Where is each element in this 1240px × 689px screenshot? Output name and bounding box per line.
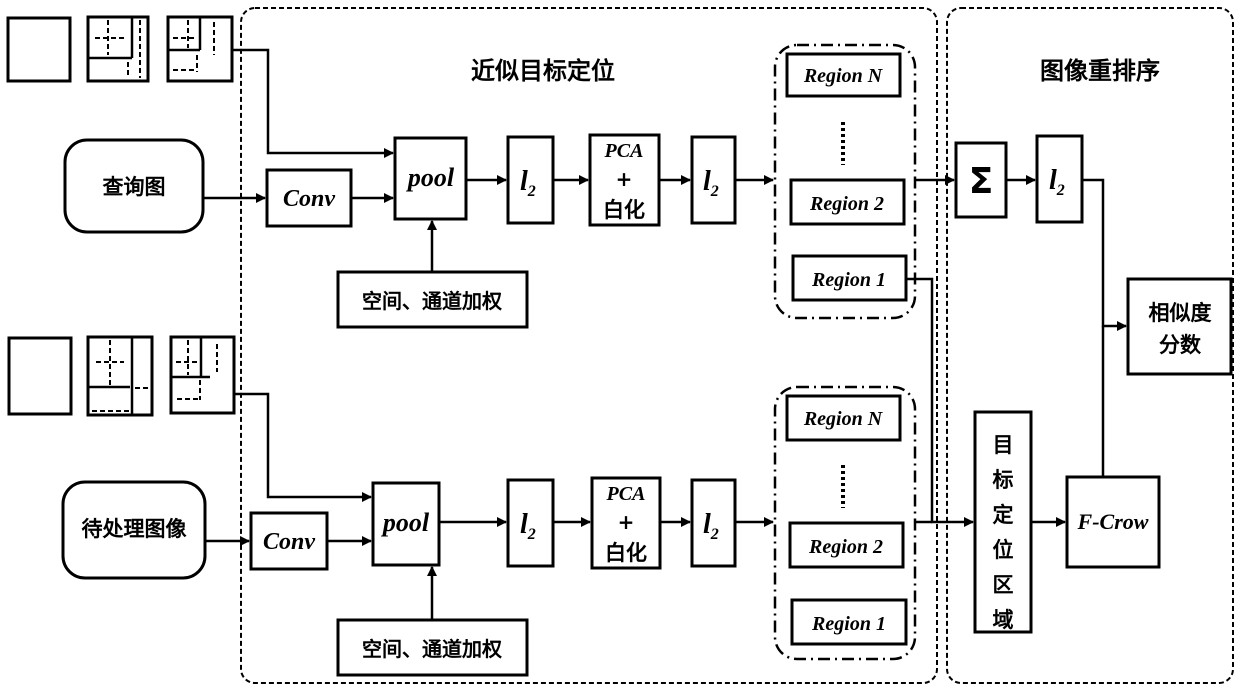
top-regions-group: Region N Region 2 Region 1 (773, 43, 917, 320)
l2-sub: 2 (710, 183, 719, 200)
pool-label: pool (381, 508, 430, 537)
whitening-label: 白化 (603, 198, 645, 222)
target-region-char: 位 (993, 538, 1014, 562)
top-grid-icons (6, 15, 234, 83)
bottom-grid-icons (7, 335, 236, 417)
region-label: Region 2 (808, 536, 883, 558)
reranking-title: 图像重排序 (1040, 57, 1160, 85)
top-weighting-box: 空间、通道加权 (336, 270, 529, 329)
target-region-box: 目 标 定 位 区 域 (973, 410, 1033, 634)
grid-icon-split (86, 15, 150, 83)
region-label: Region 1 (811, 269, 886, 291)
region-label: Region 1 (811, 613, 886, 635)
grid-icon-split (86, 335, 154, 417)
sum-symbol: Σ (969, 161, 994, 202)
sum-box: Σ (954, 141, 1008, 219)
top-l2-box-2: l2 (690, 135, 737, 225)
grid-icon-nested (169, 335, 236, 415)
pca-plus: + (618, 510, 635, 534)
similarity-line1: 相似度 (1149, 301, 1212, 325)
l2-sub: 2 (710, 526, 719, 543)
bottom-pca-box: PCA + 白化 (590, 476, 662, 570)
l2-sub: 2 (527, 526, 536, 543)
query-label: 查询图 (103, 175, 166, 199)
top-conv-box: Conv (265, 168, 353, 228)
whitening-label: 白化 (605, 541, 647, 565)
grid-icon-nested (166, 15, 234, 83)
pca-plus: + (616, 167, 633, 191)
candidate-input-box: 待处理图像 (61, 480, 207, 580)
rerank-l2-box: l2 (1035, 134, 1084, 224)
grid-icon-full (7, 336, 73, 416)
conv-label: Conv (283, 186, 335, 212)
localization-section (240, 7, 938, 684)
pca-label: PCA (606, 483, 646, 505)
fcrow-label: F-Crow (1077, 509, 1149, 534)
top-l2-box-1: l2 (506, 135, 555, 225)
candidate-label: 待处理图像 (82, 517, 188, 541)
target-region-char: 定 (993, 503, 1014, 527)
similarity-score-box: 相似度 分数 (1126, 277, 1233, 376)
retrieval-diagram: 近似目标定位 图像重排序 查询图 Conv pool l2 PCA + 白化 l… (6, 7, 1234, 684)
bottom-l2-box-2: l2 (690, 478, 737, 568)
similarity-line2: 分数 (1159, 333, 1202, 357)
grid-icon-full (6, 16, 72, 83)
target-region-char: 域 (993, 608, 1014, 632)
bottom-l2-box-1: l2 (506, 478, 555, 568)
top-pca-box: PCA + 白化 (588, 133, 661, 227)
query-input-box: 查询图 (63, 138, 205, 234)
localization-title: 近似目标定位 (471, 57, 615, 85)
pool-label: pool (406, 163, 455, 192)
bottom-weighting-box: 空间、通道加权 (336, 618, 529, 677)
bottom-conv-box: Conv (249, 511, 329, 571)
bottom-pool-box: pool (371, 481, 441, 567)
pca-label: PCA (604, 140, 644, 162)
target-region-char: 标 (993, 468, 1014, 492)
fcrow-box: F-Crow (1065, 475, 1161, 569)
target-region-char: 区 (993, 573, 1014, 597)
bottom-regions-group: Region N Region 2 Region 1 (773, 385, 917, 661)
region-label: Region N (803, 408, 884, 430)
weighting-label: 空间、通道加权 (362, 637, 503, 661)
region-label: Region N (803, 65, 884, 87)
weighting-label: 空间、通道加权 (362, 289, 503, 313)
bottom-connectors (205, 392, 774, 620)
region-label: Region 2 (809, 193, 884, 215)
conv-label: Conv (263, 529, 315, 555)
top-pool-box: pool (393, 136, 468, 221)
target-region-char: 目 (993, 433, 1014, 457)
l2-sub: 2 (1056, 182, 1065, 199)
l2-sub: 2 (527, 183, 536, 200)
